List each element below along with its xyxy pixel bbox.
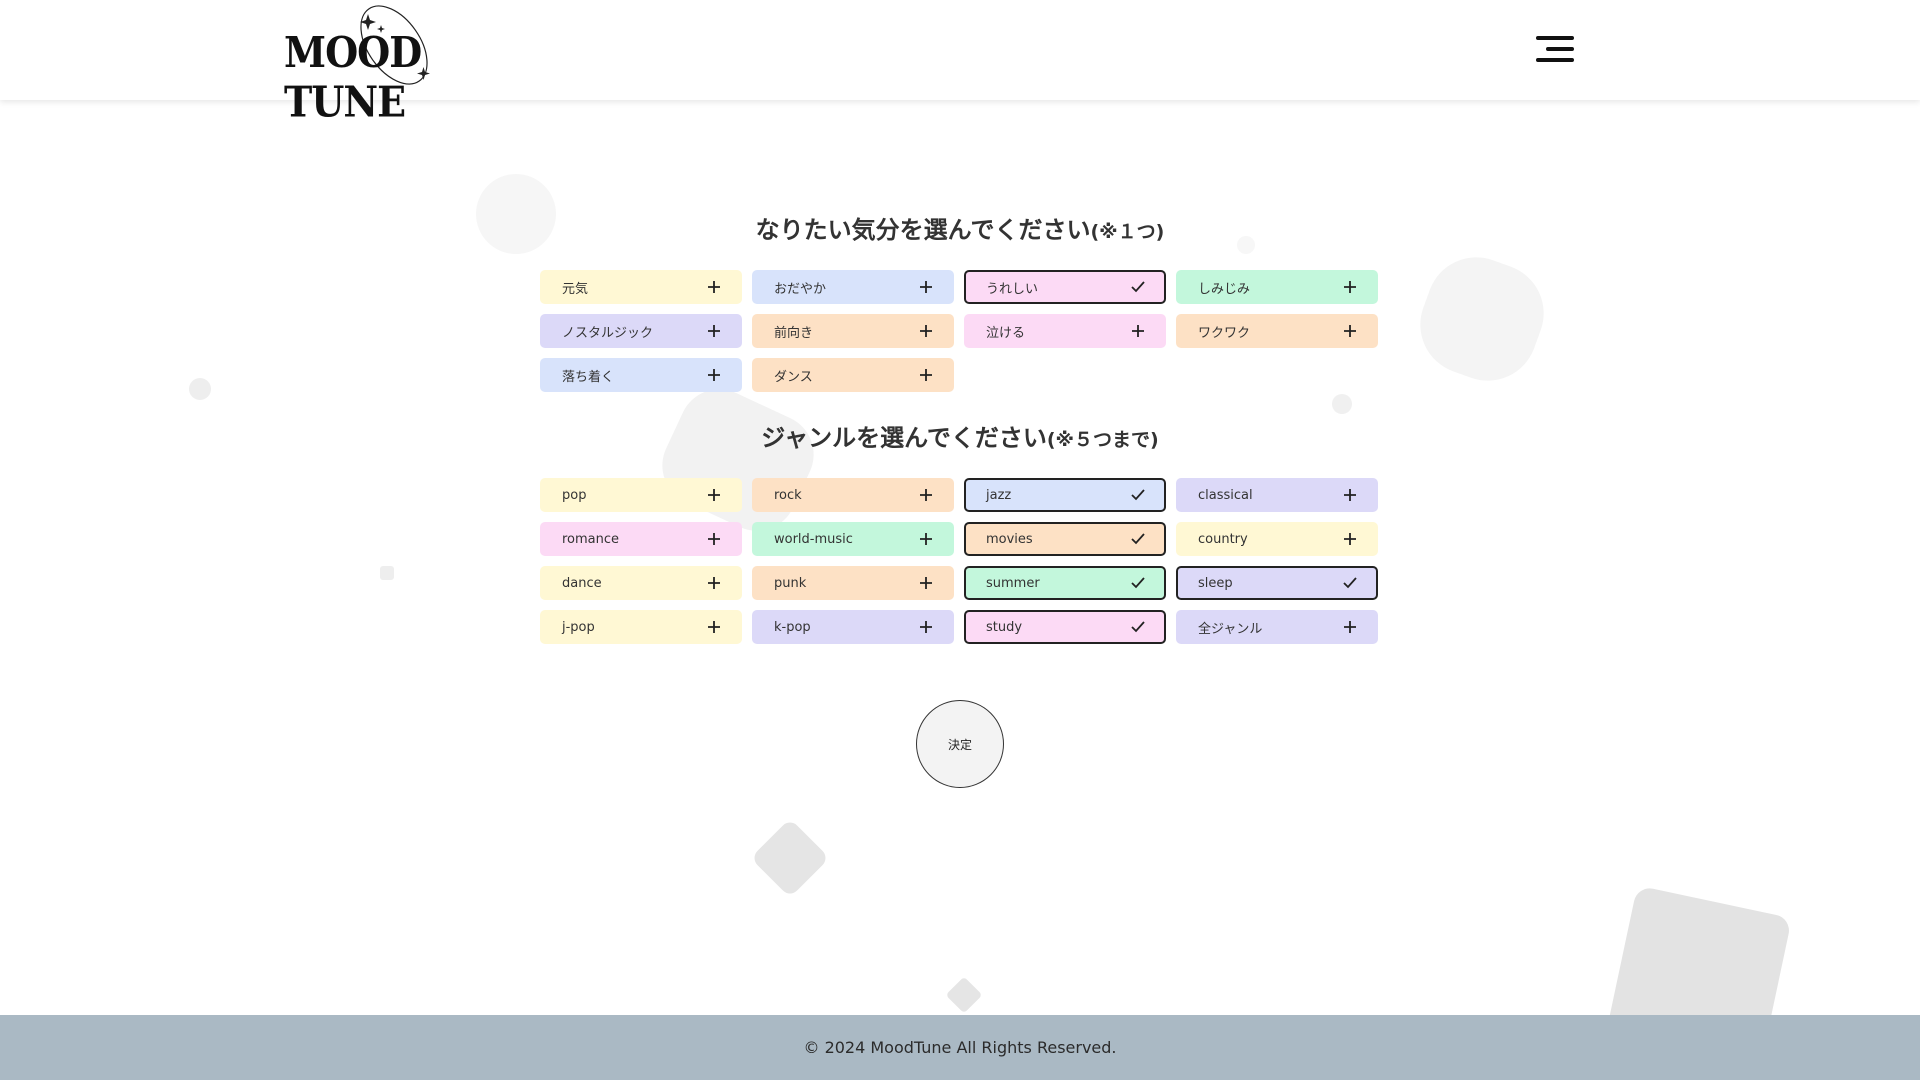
mood-option-label: 泣ける [986, 325, 1026, 341]
genre-option-label: summer [986, 575, 1040, 591]
logo-text: MOOD TUNE [284, 27, 422, 127]
decorative-square [380, 566, 394, 580]
page: MOOD TUNE なりたい気分を選んでください(※１つ) 元気 おだやか うれしい… [0, 0, 1920, 1080]
plus-icon [918, 617, 934, 637]
genre-option[interactable]: study [964, 610, 1166, 644]
genre-option-label: k-pop [774, 619, 811, 635]
plus-icon [918, 277, 934, 297]
genre-option[interactable]: sleep [1176, 566, 1378, 600]
mood-options: 元気 おだやか うれしい しみじみノスタルジック 前向き 泣ける ワクワク落ち着く ダンス [540, 270, 1381, 392]
mood-option[interactable]: ノスタルジック [540, 314, 742, 348]
plus-icon [706, 573, 722, 593]
mood-option[interactable]: 前向き [752, 314, 954, 348]
genre-option-label: movies [986, 531, 1033, 547]
copyright-text: © 2024 MoodTune All Rights Reserved. [803, 1038, 1117, 1057]
plus-icon [1130, 321, 1146, 341]
genre-option-label: sleep [1198, 575, 1233, 591]
plus-icon [706, 617, 722, 637]
mood-section-title: なりたい気分を選んでください(※１つ) [755, 216, 1165, 244]
check-icon [1130, 529, 1146, 549]
plus-icon [1342, 485, 1358, 505]
mood-option[interactable]: ワクワク [1176, 314, 1378, 348]
genre-option[interactable]: jazz [964, 478, 1166, 512]
genre-option-label: romance [562, 531, 620, 547]
mood-option-label: おだやか [774, 281, 827, 297]
genre-option[interactable]: country [1176, 522, 1378, 556]
mood-option-label: 前向き [774, 325, 814, 341]
plus-icon [706, 277, 722, 297]
genre-option-label: dance [562, 575, 602, 591]
mood-option[interactable]: 元気 [540, 270, 742, 304]
decorative-dot [189, 378, 211, 400]
genre-option[interactable]: pop [540, 478, 742, 512]
genre-option-label: world-music [774, 531, 853, 547]
genre-option[interactable]: k-pop [752, 610, 954, 644]
genre-option[interactable]: movies [964, 522, 1166, 556]
genre-option-label: rock [774, 487, 802, 503]
mood-option[interactable]: おだやか [752, 270, 954, 304]
mood-option-label: ダンス [774, 369, 813, 385]
mood-option-label: うれしい [986, 281, 1039, 297]
genre-option[interactable]: punk [752, 566, 954, 600]
plus-icon [706, 365, 722, 385]
decorative-diamond [945, 976, 983, 1014]
plus-icon [918, 529, 934, 549]
plus-icon [918, 573, 934, 593]
mood-option[interactable]: しみじみ [1176, 270, 1378, 304]
genre-option-label: classical [1198, 487, 1253, 503]
plus-icon [706, 321, 722, 341]
site-footer: © 2024 MoodTune All Rights Reserved. [0, 1015, 1920, 1080]
decide-button[interactable]: 決定 [916, 700, 1004, 788]
plus-icon [706, 529, 722, 549]
genre-option[interactable]: world-music [752, 522, 954, 556]
mood-option[interactable]: ダンス [752, 358, 954, 392]
genre-option-label: study [986, 619, 1023, 635]
plus-icon [1342, 617, 1358, 637]
mood-section-note: (※１つ) [1090, 221, 1165, 243]
genre-option[interactable]: rock [752, 478, 954, 512]
decorative-dot [1332, 394, 1352, 414]
plus-icon [1342, 321, 1358, 341]
hamburger-menu-icon[interactable] [1532, 32, 1576, 66]
genre-options: pop rock jazz classical romance world-music mo… [540, 478, 1381, 644]
genre-option-label: pop [562, 487, 587, 503]
genre-section-title: ジャンルを選んでください(※５つまで) [761, 424, 1159, 452]
genre-option-label: j-pop [562, 619, 595, 635]
mood-option-label: しみじみ [1198, 281, 1251, 297]
check-icon [1130, 485, 1146, 505]
plus-icon [918, 321, 934, 341]
genre-option[interactable]: 全ジャンル [1176, 610, 1378, 644]
genre-option[interactable]: romance [540, 522, 742, 556]
decorative-blob [1406, 243, 1558, 395]
genre-option[interactable]: j-pop [540, 610, 742, 644]
mood-option[interactable]: うれしい [964, 270, 1166, 304]
genre-option-label: country [1198, 531, 1248, 547]
genre-option[interactable]: classical [1176, 478, 1378, 512]
genre-option-label: jazz [986, 487, 1012, 503]
site-header: MOOD TUNE [0, 0, 1920, 127]
check-icon [1130, 617, 1146, 637]
genre-option-label: 全ジャンル [1198, 621, 1263, 637]
mood-option-label: ノスタルジック [562, 325, 654, 341]
genre-option-label: punk [774, 575, 807, 591]
genre-section-note: (※５つまで) [1046, 429, 1159, 451]
plus-icon [1342, 529, 1358, 549]
decorative-diamond [750, 818, 830, 898]
mood-option-label: ワクワク [1198, 325, 1251, 341]
plus-icon [918, 365, 934, 385]
mood-option-label: 落ち着く [562, 369, 615, 385]
plus-icon [706, 485, 722, 505]
plus-icon [918, 485, 934, 505]
genre-option[interactable]: summer [964, 566, 1166, 600]
check-icon [1342, 573, 1358, 593]
genre-option[interactable]: dance [540, 566, 742, 600]
check-icon [1130, 573, 1146, 593]
mood-option[interactable]: 落ち着く [540, 358, 742, 392]
logo[interactable]: MOOD TUNE [282, 2, 502, 127]
plus-icon [1342, 277, 1358, 297]
check-icon [1130, 277, 1146, 297]
mood-option[interactable]: 泣ける [964, 314, 1166, 348]
mood-option-label: 元気 [562, 281, 589, 297]
